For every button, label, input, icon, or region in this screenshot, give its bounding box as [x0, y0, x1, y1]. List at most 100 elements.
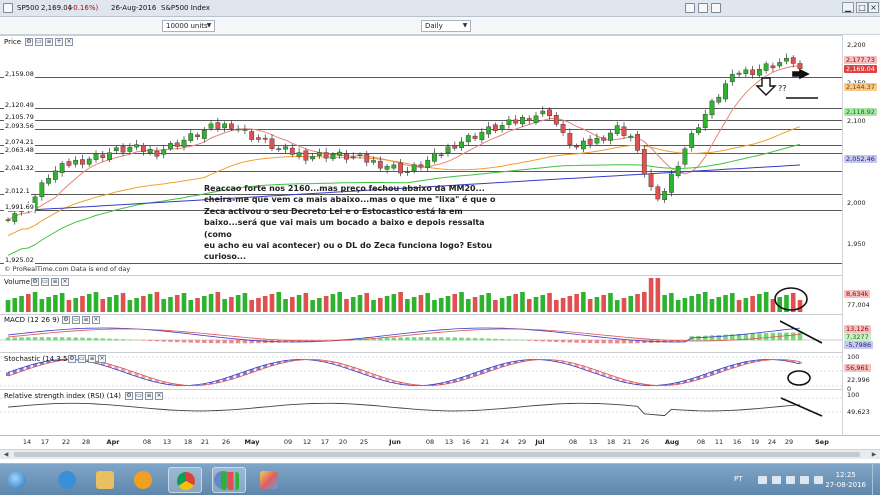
clock[interactable]: 12:25 27-08-2016	[825, 470, 866, 490]
close-icon[interactable]: ×	[98, 355, 106, 363]
month-tick-label: Apr	[106, 438, 120, 446]
day-tick-label: 24	[500, 438, 510, 446]
candle-body	[662, 191, 668, 200]
volume-bar	[743, 298, 749, 312]
volume-bar	[364, 293, 370, 312]
candle-body	[763, 63, 769, 71]
macd-histogram-bar	[168, 340, 173, 342]
window-icon[interactable]: ▭	[72, 316, 80, 324]
network-icon[interactable]	[800, 476, 809, 484]
candle-body	[513, 119, 519, 124]
date-axis[interactable]: 14 17 22 28 Apr 08 13 18 21 26 May 09 12 17 20 25 Jun 08 1…	[0, 435, 880, 447]
wrench-icon[interactable]: ⚙	[25, 38, 33, 46]
candle-body	[790, 57, 796, 64]
candle-body	[168, 143, 173, 149]
volume-bar	[730, 293, 735, 312]
window-icon[interactable]: ▭	[135, 392, 143, 400]
settings-icon[interactable]: ≡	[51, 278, 59, 286]
battery-icon[interactable]	[786, 476, 795, 484]
volume-bar	[276, 292, 282, 312]
macd-histogram-bar	[53, 337, 58, 341]
volume-bar	[283, 299, 288, 312]
candle-body	[621, 126, 627, 136]
window-icon[interactable]: ▭	[35, 38, 43, 46]
taskbar-chrome[interactable]	[168, 467, 202, 493]
level-label: 2,063.48	[4, 145, 35, 154]
wrench-icon[interactable]: ⚙	[31, 278, 39, 286]
macd-histogram-bar	[540, 340, 545, 342]
tray-up-icon[interactable]	[758, 476, 767, 484]
volume-bar	[493, 300, 498, 312]
chart-scrollbar[interactable]: ◀ ▶	[0, 449, 880, 459]
paint-icon	[260, 471, 278, 489]
show-desktop-button[interactable]	[872, 464, 880, 495]
volume-icon[interactable]	[814, 476, 823, 484]
price-axis[interactable]: 2,200 2,150 2,100 2,050 2,000 1,950 2,17…	[842, 35, 880, 435]
price-tick: 1,950	[847, 240, 866, 248]
expand-icon[interactable]: +	[55, 38, 63, 46]
scroll-left-icon[interactable]: ◀	[1, 450, 11, 459]
settings-icon[interactable]: ≡	[145, 392, 153, 400]
taskbar-explorer[interactable]	[88, 467, 122, 493]
flag-icon[interactable]	[772, 476, 781, 484]
candle-body	[499, 125, 505, 130]
candle-body	[344, 153, 349, 160]
question-marks: ??	[778, 84, 787, 93]
settings-icon[interactable]: ≡	[88, 355, 96, 363]
scroll-thumb[interactable]	[14, 452, 860, 457]
volume-box: 8,634k	[844, 290, 871, 298]
level-label: 2,074.21	[4, 137, 35, 146]
volume-bar	[655, 278, 661, 312]
volume-bar	[411, 297, 417, 312]
volume-bar	[709, 299, 715, 312]
taskbar-paint[interactable]	[252, 467, 286, 493]
day-tick-label: 16	[732, 438, 742, 446]
level-label: 2,120.49	[4, 100, 35, 109]
start-button[interactable]	[2, 467, 32, 493]
macd-histogram-bar	[527, 340, 532, 341]
volume-value: 77,004	[847, 301, 870, 309]
volume-bar	[32, 292, 38, 312]
candle-body	[425, 159, 431, 169]
candle-body	[709, 100, 715, 116]
close-icon[interactable]: ×	[92, 316, 100, 324]
taskbar-media[interactable]	[126, 467, 160, 493]
candle-body	[398, 162, 404, 174]
candle-body	[601, 137, 607, 141]
macd-histogram-bar	[208, 340, 214, 344]
candlestick-icon	[221, 472, 239, 490]
candle-body	[161, 149, 167, 155]
candle-body	[154, 150, 160, 157]
volume-bar	[520, 292, 525, 312]
volume-bar	[567, 296, 573, 312]
taskbar-prorealtime[interactable]	[212, 467, 246, 493]
month-tick-label: Aug	[664, 438, 680, 446]
wrench-icon[interactable]: ⚙	[62, 316, 70, 324]
volume-bar	[114, 295, 119, 312]
macd-histogram-bar	[615, 340, 620, 344]
candle-body	[46, 178, 52, 184]
candle-body	[635, 133, 640, 151]
close-icon[interactable]: ×	[155, 392, 163, 400]
macd-histogram-bar	[87, 337, 92, 341]
macd-histogram-bar	[513, 339, 518, 341]
macd-histogram-bar	[560, 340, 566, 343]
wrench-icon[interactable]: ⚙	[68, 355, 76, 363]
candle-body	[242, 129, 248, 131]
settings-icon[interactable]: ≡	[82, 316, 90, 324]
rsi-tick-100: 100	[847, 391, 860, 399]
macd-histogram-bar	[5, 337, 11, 341]
language-indicator[interactable]: PT	[734, 475, 743, 483]
close-icon[interactable]: ×	[65, 38, 73, 46]
settings-icon[interactable]: ≡	[45, 38, 53, 46]
ma-blue-box: 2,052.46	[844, 155, 877, 163]
wrench-icon[interactable]: ⚙	[125, 392, 133, 400]
stoch-k-line	[7, 359, 801, 386]
close-icon[interactable]: ×	[61, 278, 69, 286]
taskbar-ie[interactable]	[50, 467, 84, 493]
scroll-right-icon[interactable]: ▶	[869, 450, 879, 459]
volume-bar	[161, 299, 166, 312]
macd-histogram-bar	[411, 337, 417, 341]
window-icon[interactable]: ▭	[41, 278, 49, 286]
window-icon[interactable]: ▭	[78, 355, 86, 363]
